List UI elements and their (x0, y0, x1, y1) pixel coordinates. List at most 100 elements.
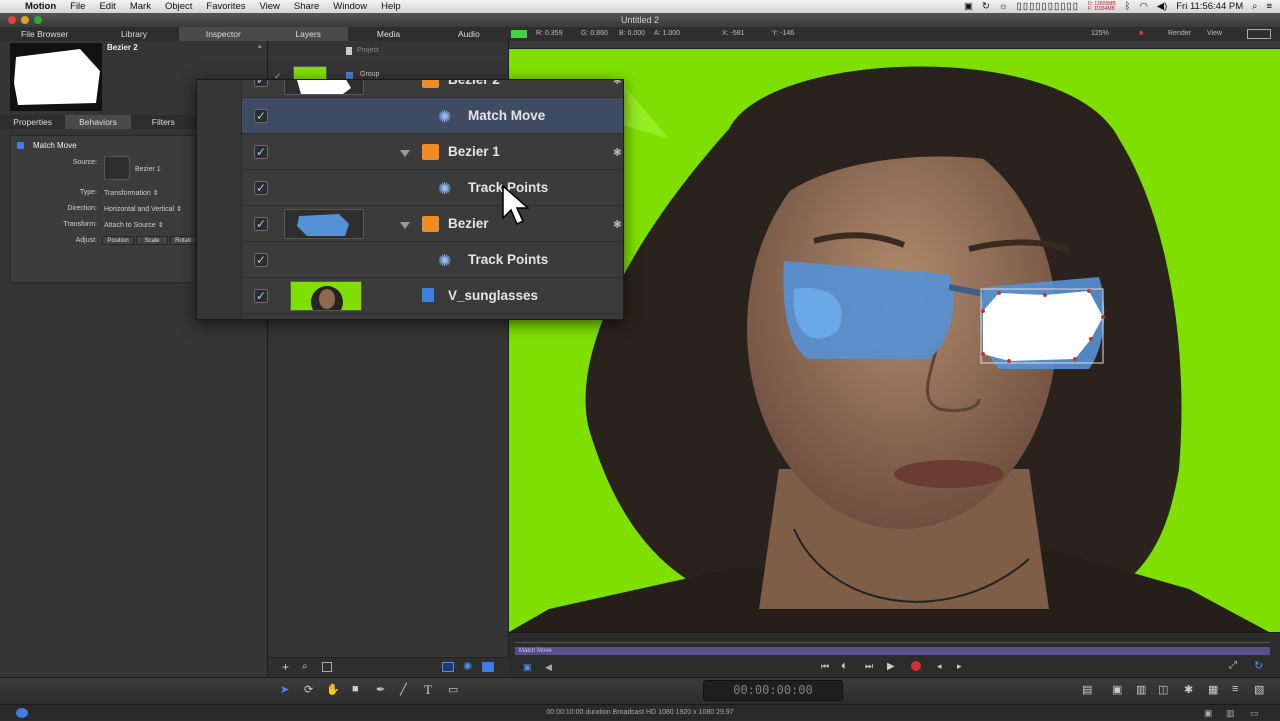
layer-checkbox[interactable]: ✓ (254, 109, 268, 123)
canvas[interactable] (509, 49, 1280, 632)
tab-media[interactable]: Media (348, 27, 428, 41)
volume-icon[interactable]: ◀) (1157, 1, 1167, 12)
tab-layers[interactable]: Layers (268, 27, 349, 41)
minimize-window-icon[interactable] (21, 16, 29, 24)
menu-help[interactable]: Help (374, 1, 408, 12)
behaviors-icon[interactable]: ✱ (1184, 683, 1193, 696)
timeline-ruler[interactable] (515, 637, 1270, 643)
layer-row[interactable]: ✓ ✺ Track Points (242, 242, 623, 278)
add-filter-icon[interactable] (482, 662, 494, 672)
menu-view[interactable]: View (253, 1, 287, 12)
render-popup[interactable]: Render (1168, 30, 1191, 37)
menu-share[interactable]: Share (287, 1, 326, 12)
info-icon[interactable] (16, 708, 28, 718)
layer-checkbox[interactable]: ✓ (254, 145, 268, 159)
select-tool-icon[interactable]: ➤ (280, 683, 289, 696)
layout-icon[interactable] (1247, 29, 1271, 39)
menu-window[interactable]: Window (326, 1, 374, 12)
menu-edit[interactable]: Edit (92, 1, 122, 12)
transform-popup[interactable]: Attach to Source ⇕ (104, 221, 164, 229)
audio-icon[interactable]: ◂ (937, 661, 942, 672)
close-window-icon[interactable] (8, 16, 16, 24)
tab-audio[interactable]: Audio (429, 27, 509, 41)
mask-tool-icon[interactable]: ▭ (448, 683, 458, 696)
layer-checkbox[interactable]: ✓ (254, 217, 268, 231)
behavior-enable-checkbox[interactable] (17, 142, 24, 149)
adjust-rotation-button[interactable]: Rotati (170, 236, 196, 245)
tab-file-browser[interactable]: File Browser (0, 27, 89, 41)
zoom-window-icon[interactable] (34, 16, 42, 24)
layer-row[interactable]: ✓ ✺ Track Points (242, 170, 623, 206)
fullscreen-icon[interactable]: ▭ (1250, 705, 1259, 721)
layer-checkbox[interactable]: ✓ (254, 80, 268, 87)
go-to-start-icon[interactable]: ⏮ (821, 661, 829, 672)
lock-icon[interactable]: 🔒︎ (258, 43, 262, 51)
tab-properties[interactable]: Properties (0, 115, 65, 129)
generator-icon[interactable]: ◫ (1158, 683, 1168, 696)
layer-row[interactable]: ✓ ✺ Match Move (242, 98, 623, 134)
inspector-toggle-icon[interactable]: ▣ (523, 662, 532, 673)
tab-filters[interactable]: Filters (131, 115, 196, 129)
menu-favorites[interactable]: Favorites (199, 1, 252, 12)
expand-icon[interactable]: ⤢ (1229, 660, 1237, 671)
layer-row[interactable]: ✓ Bezier ✱ (242, 206, 623, 242)
record-icon[interactable] (911, 661, 921, 671)
bezier-tool-icon[interactable]: ✒ (376, 683, 385, 696)
step-back-icon[interactable]: ⏴ (841, 661, 846, 672)
brightness-icon[interactable]: ☼ (999, 1, 1008, 12)
timeline-icon[interactable]: ▤ (1082, 683, 1092, 696)
camera-icon[interactable]: ▣ (1112, 683, 1122, 696)
layer-checkbox[interactable]: ✓ (254, 289, 268, 303)
thumbnail-toggle-icon[interactable] (322, 662, 332, 672)
split-view-icon[interactable]: ▥ (1226, 705, 1235, 721)
screen-record-icon[interactable]: ▣ (964, 1, 973, 12)
layer-row[interactable]: ✓ Bezier 2 ✱ (242, 80, 623, 98)
share-icon[interactable]: ≡ (1232, 683, 1238, 695)
type-popup[interactable]: Transformation ⇕ (104, 189, 159, 197)
paint-tool-icon[interactable]: ╱ (400, 683, 407, 696)
view-popup[interactable]: View (1207, 30, 1222, 37)
filters-icon[interactable]: ▦ (1208, 683, 1218, 696)
disclosure-triangle-icon[interactable] (400, 222, 410, 229)
search-layers-icon[interactable]: ⌕ (302, 661, 308, 672)
layer-row[interactable]: ✓ Bezier 1 ✱ (242, 134, 623, 170)
disclosure-triangle-icon[interactable] (400, 150, 410, 157)
source-well[interactable] (104, 156, 130, 180)
sync-icon[interactable]: ↻ (982, 1, 990, 12)
hud-icon[interactable]: ▧ (1254, 683, 1264, 696)
adjust-scale-button[interactable]: Scale (136, 236, 168, 245)
bluetooth-icon[interactable]: ᛒ (1125, 1, 1131, 12)
tab-library[interactable]: Library (89, 27, 178, 41)
loop-icon[interactable]: ▸ (957, 661, 962, 672)
gear-icon[interactable]: ✱ (613, 80, 622, 87)
layer-checkbox[interactable]: ✓ (254, 253, 268, 267)
tab-behaviors[interactable]: Behaviors (65, 115, 131, 129)
list-icon[interactable]: ≡ (1266, 1, 1272, 12)
menu-object[interactable]: Object (158, 1, 199, 12)
transform-tool-icon[interactable]: ⟳ (304, 683, 313, 696)
new-group-icon[interactable] (442, 662, 454, 672)
zoom-popup[interactable]: 125% (1091, 30, 1109, 37)
play-icon[interactable]: ▶ (887, 661, 895, 672)
text-tool-icon[interactable]: T (424, 682, 432, 698)
layer-row[interactable]: ✓ V_sunglasses (242, 278, 623, 314)
pan-tool-icon[interactable]: ✋ (326, 683, 340, 696)
menu-mark[interactable]: Mark (123, 1, 158, 12)
loop-playback-icon[interactable]: ↻ (1254, 659, 1263, 672)
search-icon[interactable]: ⌕ (1252, 1, 1257, 12)
tab-inspector[interactable]: Inspector (178, 27, 268, 41)
play-range-icon[interactable]: ◀ (545, 662, 552, 673)
gear-icon[interactable]: ✱ (613, 146, 622, 159)
layer-checkbox[interactable]: ✓ (254, 181, 268, 195)
direction-popup[interactable]: Horizontal and Vertical ⇕ (104, 205, 182, 213)
behavior-bar[interactable]: Match Move (515, 647, 1270, 655)
menu-app[interactable]: Motion (18, 1, 63, 12)
timecode-display[interactable]: 00:00:00:00 (703, 680, 843, 701)
add-behavior-icon[interactable]: ✺ (463, 660, 472, 673)
light-icon[interactable]: ▥ (1136, 683, 1146, 696)
wifi-icon[interactable]: ◠ (1139, 1, 1147, 12)
gear-icon[interactable]: ✱ (613, 218, 622, 231)
go-to-end-icon[interactable]: ⏭ (865, 661, 873, 672)
adjust-position-button[interactable]: Position (102, 236, 134, 245)
clock[interactable]: Fri 11:56:44 PM (1176, 1, 1243, 12)
